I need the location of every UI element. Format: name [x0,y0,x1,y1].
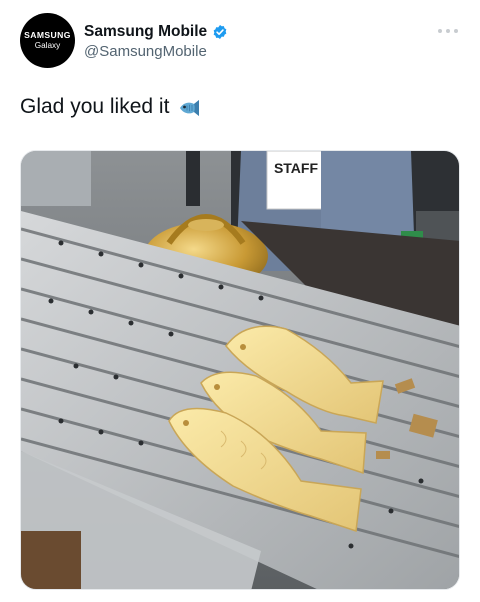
avatar-sub: Galaxy [34,41,61,50]
tweet-header: SAMSUNG Galaxy Samsung Mobile @SamsungMo… [20,13,460,69]
verified-badge-icon [212,24,228,40]
fish-emoji [178,98,202,116]
staff-sign: STAFF [274,160,319,176]
author-info: Samsung Mobile @SamsungMobile [84,23,228,61]
avatar-brand: SAMSUNG [24,30,71,40]
avatar[interactable]: SAMSUNG Galaxy [20,13,75,68]
display-name-row: Samsung Mobile [84,23,228,41]
display-name[interactable]: Samsung Mobile [84,23,207,41]
tweet-text: Glad you liked it [20,95,170,118]
tweet-text-row: Glad you liked it [20,94,202,120]
tweet-photo[interactable]: STAFF [20,150,460,590]
more-options-icon[interactable] [438,27,458,35]
taiyaki-photo: STAFF [21,151,459,589]
handle[interactable]: @SamsungMobile [84,43,228,61]
